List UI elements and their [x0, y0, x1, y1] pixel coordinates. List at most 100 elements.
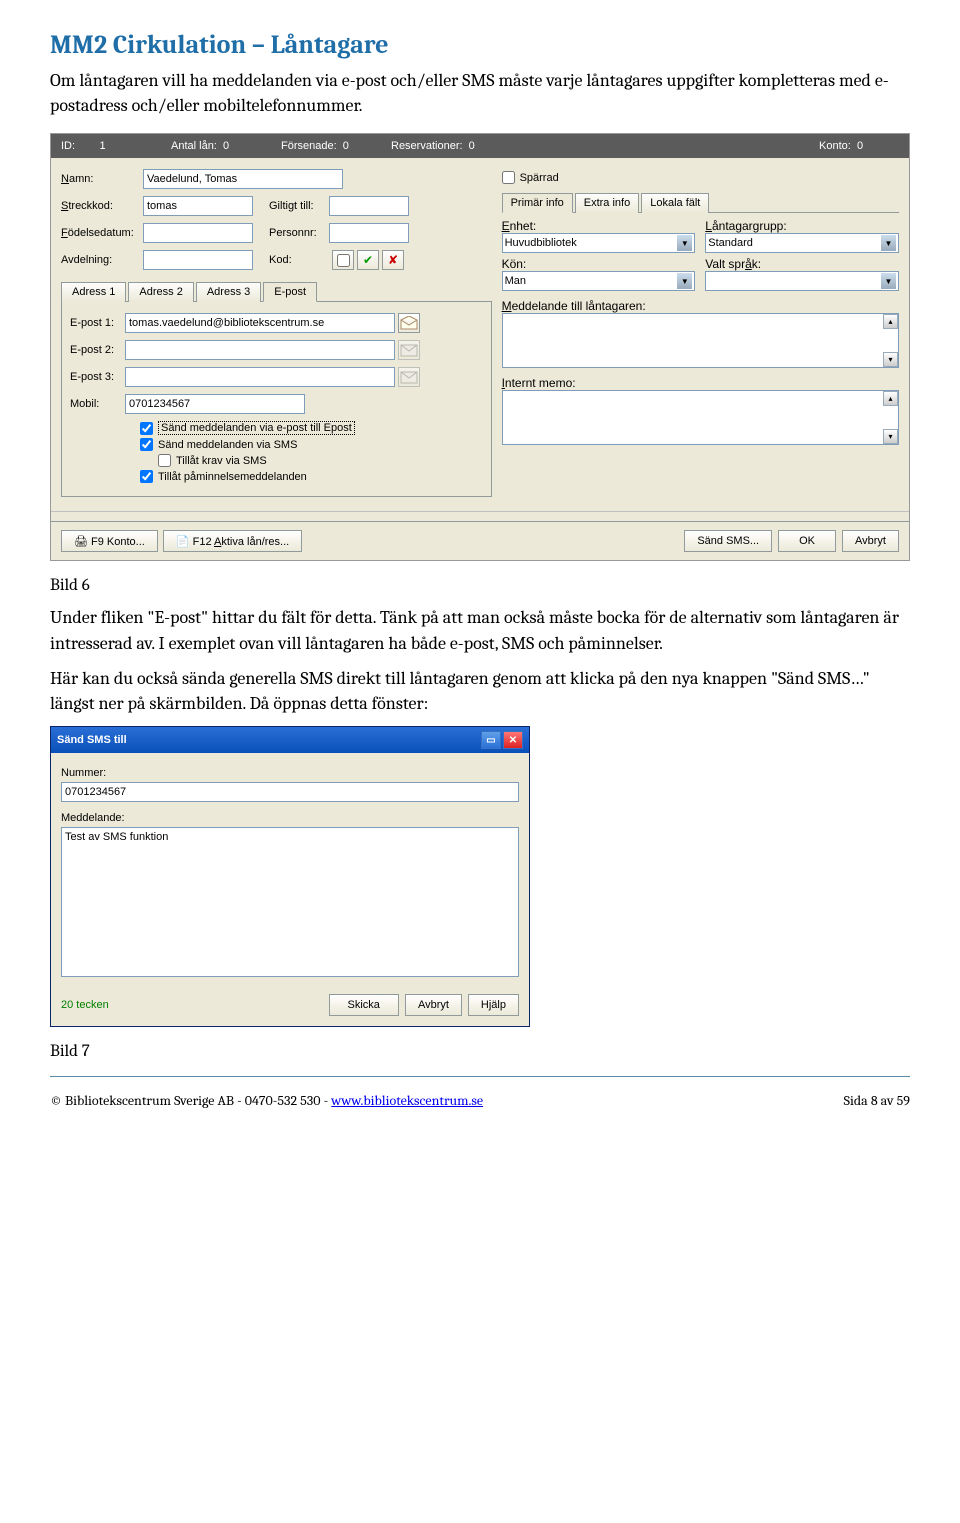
- chevron-down-icon: ▼: [677, 273, 692, 289]
- scroll-up-icon[interactable]: ▴: [883, 314, 898, 329]
- cb-paminnelse-label: Tillåt påminnelsemeddelanden: [158, 471, 307, 483]
- scroll-down-icon[interactable]: ▾: [883, 352, 898, 367]
- meddelande-textarea[interactable]: [61, 827, 519, 977]
- epost1-label: E-post 1:: [70, 317, 125, 329]
- page-title: MM2 Cirkulation – Låntagare: [50, 30, 910, 60]
- mobil-label: Mobil:: [70, 398, 125, 410]
- chevron-down-icon: ▼: [881, 235, 896, 251]
- ok-button[interactable]: OK: [778, 530, 836, 552]
- memo-label: Internt memo:: [502, 376, 899, 390]
- cb-paminnelse[interactable]: [140, 470, 153, 483]
- epost2-label: E-post 2:: [70, 344, 125, 356]
- res-label: Reservationer:: [391, 140, 463, 152]
- fors-value: 0: [343, 140, 349, 152]
- printer-icon: 🖨: [74, 536, 88, 548]
- cb-sms[interactable]: [140, 438, 153, 451]
- caption-bild7: Bild 7: [50, 1042, 910, 1061]
- para3: Här kan du också sända generella SMS dir…: [50, 666, 910, 716]
- divider: [50, 1076, 910, 1077]
- chevron-down-icon: ▼: [881, 273, 896, 289]
- konto-label: Konto:: [819, 140, 851, 152]
- namn-input[interactable]: [143, 169, 343, 189]
- nummer-input[interactable]: [61, 782, 519, 802]
- borrower-form-screenshot: ID: 1 Antal lån: 0 Försenade: 0 Reservat…: [50, 133, 910, 561]
- skicka-button[interactable]: Skicka: [329, 994, 399, 1016]
- personnr-label: Personnr:: [269, 227, 329, 239]
- footer-right: Sida 8 av 59: [844, 1092, 910, 1109]
- enhet-label: Enhet:: [502, 219, 696, 233]
- envelope-icon-2[interactable]: [398, 367, 420, 387]
- grupp-select[interactable]: Standard▼: [705, 233, 899, 253]
- envelope-icon[interactable]: [398, 340, 420, 360]
- namn-label: Namn:: [61, 173, 143, 185]
- epost2-input[interactable]: [125, 340, 395, 360]
- kon-label: Kön:: [502, 257, 696, 271]
- scroll-down-icon[interactable]: ▾: [883, 429, 898, 444]
- meddelande-label: Meddelande till låntagaren:: [502, 299, 899, 313]
- enhet-select[interactable]: Huvudbibliotek▼: [502, 233, 696, 253]
- streckkod-input[interactable]: [143, 196, 253, 216]
- nummer-label: Nummer:: [61, 767, 519, 779]
- close-icon[interactable]: ✕: [503, 731, 523, 749]
- epost3-label: E-post 3:: [70, 371, 125, 383]
- sprak-label: Valt språk:: [705, 257, 899, 271]
- f12-aktiva-button[interactable]: 📄 F12 Aktiva lån/res...: [163, 530, 302, 552]
- minimize-icon[interactable]: ▭: [481, 731, 501, 749]
- konto-value: 0: [857, 140, 863, 152]
- tab-adress3[interactable]: Adress 3: [196, 282, 261, 302]
- document-icon: 📄: [176, 536, 190, 548]
- dialog-title: Sänd SMS till: [57, 734, 127, 746]
- giltigt-label: Giltigt till:: [269, 200, 329, 212]
- cb-epost[interactable]: [140, 422, 153, 435]
- mobil-input[interactable]: [125, 394, 305, 414]
- cb-krav-sms-label: Tillåt krav via SMS: [176, 455, 267, 467]
- avbryt-button[interactable]: Avbryt: [842, 530, 899, 552]
- streckkod-label: Streckkod:: [61, 200, 143, 212]
- avdelning-label: Avdelning:: [61, 254, 143, 266]
- cb-krav-sms[interactable]: [158, 454, 171, 467]
- epost3-input[interactable]: [125, 367, 395, 387]
- caption-bild6: Bild 6: [50, 576, 910, 595]
- meddelande-textarea[interactable]: ▴▾: [502, 313, 899, 368]
- res-value: 0: [469, 140, 475, 152]
- id-label: ID:: [61, 140, 75, 152]
- fors-label: Försenade:: [281, 140, 337, 152]
- tab-epost[interactable]: E-post: [263, 282, 317, 302]
- cb-epost-label: Sänd meddelanden via e-post till Epost: [158, 421, 355, 435]
- antal-label: Antal lån:: [171, 140, 217, 152]
- giltigt-input[interactable]: [329, 196, 409, 216]
- sparrad-label: Spärrad: [520, 172, 559, 184]
- id-value: 1: [100, 140, 106, 152]
- para2: Under fliken "E-post" hittar du fält för…: [50, 605, 910, 655]
- avbryt-button-2[interactable]: Avbryt: [405, 994, 462, 1016]
- footer-link[interactable]: www.bibliotekscentrum.se: [331, 1092, 483, 1109]
- hjalp-button[interactable]: Hjälp: [468, 994, 519, 1016]
- scroll-up-icon[interactable]: ▴: [883, 391, 898, 406]
- send-sms-dialog: Sänd SMS till ▭ ✕ Nummer: Meddelande: 20…: [50, 726, 530, 1027]
- tab-lokala[interactable]: Lokala fält: [641, 193, 709, 213]
- grupp-label: Låntagargrupp:: [705, 219, 899, 233]
- fodelse-input[interactable]: [143, 223, 253, 243]
- tab-extra[interactable]: Extra info: [575, 193, 639, 213]
- intro-paragraph: Om låntagaren vill ha meddelanden via e-…: [50, 68, 910, 118]
- sprak-select[interactable]: ▼: [705, 271, 899, 291]
- fodelse-label: Födelsedatum:: [61, 227, 143, 239]
- envelope-open-icon[interactable]: [398, 313, 420, 333]
- check-icon[interactable]: ✔: [357, 250, 379, 270]
- avdelning-input[interactable]: [143, 250, 253, 270]
- kod-checkbox-icon[interactable]: [332, 250, 354, 270]
- cross-icon[interactable]: ✘: [382, 250, 404, 270]
- tab-primar[interactable]: Primär info: [502, 193, 573, 213]
- kon-select[interactable]: Man▼: [502, 271, 696, 291]
- personnr-input[interactable]: [329, 223, 409, 243]
- memo-textarea[interactable]: ▴▾: [502, 390, 899, 445]
- tab-adress1[interactable]: Adress 1: [61, 282, 126, 302]
- status-bar: ID: 1 Antal lån: 0 Försenade: 0 Reservat…: [51, 134, 909, 158]
- epost1-input[interactable]: [125, 313, 395, 333]
- meddelande-label: Meddelande:: [61, 812, 519, 824]
- footer-left: © Bibliotekscentrum Sverige AB - 0470-53…: [50, 1092, 483, 1109]
- cb-sparrad[interactable]: [502, 171, 515, 184]
- sand-sms-button[interactable]: Sänd SMS...: [684, 530, 772, 552]
- f9-konto-button[interactable]: 🖨 F9 Konto...: [61, 530, 158, 552]
- tab-adress2[interactable]: Adress 2: [128, 282, 193, 302]
